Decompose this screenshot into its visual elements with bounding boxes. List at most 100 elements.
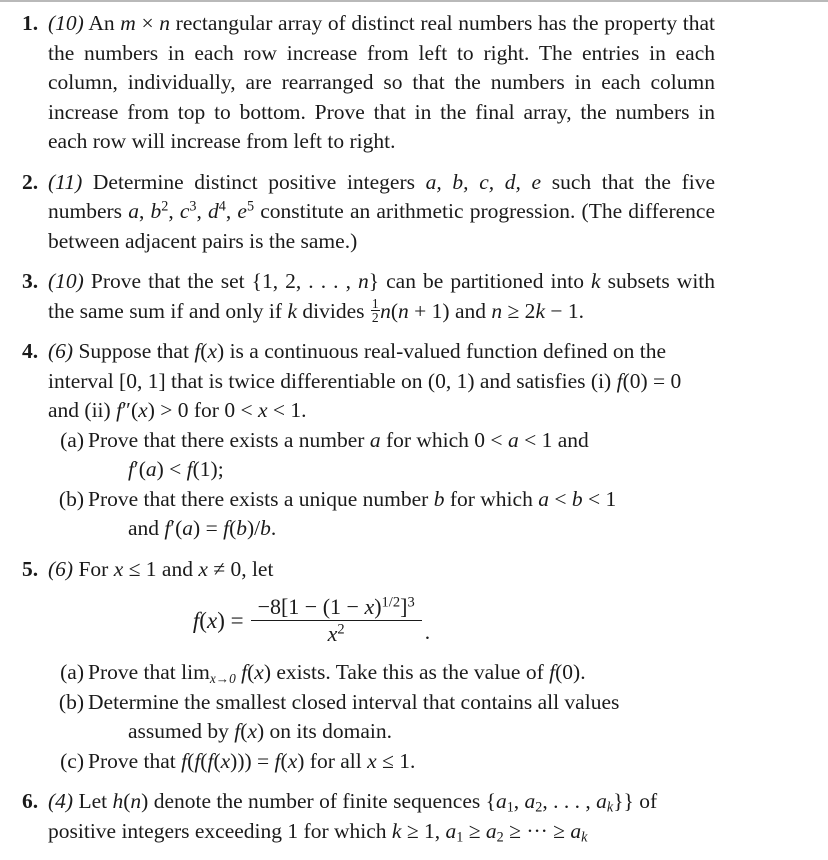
text-run: ≤ 1 and xyxy=(123,556,199,581)
problem-4-points: (6) xyxy=(48,339,74,363)
problem-4-subparts: (a) Prove that there exists a number a f… xyxy=(48,426,715,544)
text-run: ≠ 0, let xyxy=(207,556,274,581)
problem-3-body: (10) Prove that the set {1, 2, . . . , n… xyxy=(48,269,716,326)
problem-4-subpart-a: (a) Prove that there exists a number a f… xyxy=(48,426,715,485)
text-run: < xyxy=(548,486,572,511)
math-expr-half-n-n-plus-1: 1 2 n(n + 1) and xyxy=(370,295,492,326)
equation-lhs: f(x) = xyxy=(192,608,244,633)
math-var-h: h xyxy=(112,789,124,813)
problem-4-body: (6) Suppose that f(x) is a continuous re… xyxy=(48,339,682,422)
text-run: (1); xyxy=(192,457,224,481)
math-var-k: k xyxy=(591,269,601,293)
text-run: ″( xyxy=(122,398,139,422)
problem-5-points: (6) xyxy=(48,556,74,581)
problem-4: 4. (6) Suppose that f(x) is a continuous… xyxy=(0,337,828,544)
problem-6: 6. (4) Let h(n) denote the number of fin… xyxy=(0,787,828,846)
problem-4-number: 4. xyxy=(22,339,39,363)
text-run: assumed by xyxy=(128,719,235,743)
fraction-one-half: 12 xyxy=(370,296,380,326)
text-run: For xyxy=(78,556,114,581)
problem-3-points: (10) xyxy=(48,269,84,293)
problem-5-subpart-b: (b) Determine the smallest closed interv… xyxy=(48,688,715,747)
text-run: ( xyxy=(390,298,399,323)
text-run: ) denote the number of finite sequences … xyxy=(141,789,496,813)
text-run: for which 0 < xyxy=(380,427,508,452)
text-run: < 1. xyxy=(267,398,307,422)
problem-6-points: (4) xyxy=(48,789,74,813)
equation-denominator: x2 xyxy=(327,621,345,646)
limit-subscript: x→0 xyxy=(209,670,236,686)
subpart-a-text: Prove that there exists a number a for w… xyxy=(88,427,589,452)
text-run: ) > 0 for 0 < xyxy=(147,398,258,422)
text-run: (0). xyxy=(555,660,586,684)
problem-5: 5. (6) For x ≤ 1 and x ≠ 0, let f(x) = −… xyxy=(0,555,828,777)
problem-6-body: (4) Let h(n) denote the number of finite… xyxy=(48,787,715,846)
text-run: ≥ 2 xyxy=(502,298,536,323)
text-run: < 1 xyxy=(582,486,617,511)
math-sequence-powers: a, b2, c3, d4, e5 xyxy=(128,198,255,223)
equation-row: f(x) = −8[1 − (1 − x)1/2]3 x2 . xyxy=(192,595,431,646)
text-run: exists. Take this as the value of xyxy=(271,660,550,684)
subpart-label-b: (b) xyxy=(58,486,84,511)
text-run: + 1) and xyxy=(408,298,492,323)
subpart-b-continuation: assumed by f(x) on its domain. xyxy=(128,719,392,743)
text-run: Prove that there exists a unique number xyxy=(88,486,434,511)
problem-5-body: (6) For x ≤ 1 and x ≠ 0, let xyxy=(48,556,274,581)
text-run: ≥ 1, xyxy=(401,818,446,843)
text-run: Prove that lim xyxy=(88,660,210,684)
text-run: Prove that there exists a number xyxy=(88,427,370,452)
problem-3: 3. (10) Prove that the set {1, 2, . . . … xyxy=(0,267,828,326)
text-run: Prove that the set {1, 2, . . . , xyxy=(90,269,358,293)
text-run: Determine distinct positive integers xyxy=(92,169,426,194)
text-run: divides xyxy=(297,298,370,323)
text-run: − 1. xyxy=(544,298,584,323)
problem-2: 2. (11) Determine distinct positive inte… xyxy=(0,168,828,257)
math-var-n: n xyxy=(358,269,369,293)
problem-5-displayed-equation: f(x) = −8[1 − (1 − x)1/2]3 x2 . xyxy=(48,595,715,646)
problem-1: 1. (10) An m × n rectangular array of di… xyxy=(0,9,828,157)
problem-2-body: (11) Determine distinct positive integer… xyxy=(48,168,715,257)
problem-2-number: 2. xyxy=(22,169,39,194)
problem-5-number: 5. xyxy=(22,556,39,581)
subpart-label-a: (a) xyxy=(60,660,84,684)
text-run: An xyxy=(88,11,121,35)
subpart-b-text: Prove that there exists a unique number … xyxy=(88,486,617,511)
text-run: ′( xyxy=(133,457,146,481)
problem-5-subparts: (a) Prove that limx→0 f(x) exists. Take … xyxy=(48,658,715,776)
subpart-a-continuation: f′(a) < f(1); xyxy=(128,457,224,481)
math-var-m: m xyxy=(120,11,136,35)
math-vars-abcde: a, b, c, d, e xyxy=(425,169,542,194)
subpart-label-b: (b) xyxy=(58,689,84,714)
text-run: ≤ 1. xyxy=(376,748,416,773)
equation-numerator: −8[1 − (1 − x)1/2]3 xyxy=(250,595,422,621)
math-var-n: n xyxy=(159,11,171,35)
math-var-k: k xyxy=(287,298,297,323)
problem-6-number: 6. xyxy=(22,789,39,813)
math-fprime-a-equals-fb-over-b: f′(a) = f(b)/b. xyxy=(164,516,277,540)
text-run: } can be partitioned into xyxy=(368,269,592,293)
subpart-b-text: Determine the smallest closed interval t… xyxy=(88,689,620,714)
text-run: for which xyxy=(444,486,539,511)
problem-list: 1. (10) An m × n rectangular array of di… xyxy=(0,9,828,846)
text-run: ) < xyxy=(156,457,187,481)
math-var-n: n xyxy=(130,789,142,813)
problem-1-number: 1. xyxy=(22,11,39,35)
equation-trailing-period: . xyxy=(424,619,431,644)
problem-3-number: 3. xyxy=(22,269,39,293)
problem-1-body: (10) An m × n rectangular array of disti… xyxy=(48,9,715,157)
document-page: 1. (10) An m × n rectangular array of di… xyxy=(0,0,828,860)
text-run: Let xyxy=(78,789,113,813)
times-symbol: × xyxy=(135,11,160,35)
math-f-of-x: f(x) xyxy=(194,339,225,363)
problem-1-points: (10) xyxy=(48,11,84,35)
math-sequence-a-set: a1, a2, . . . , ak} xyxy=(495,789,624,816)
text-run: < 1 and xyxy=(518,427,589,452)
subpart-c-text: Prove that f(f(f(x))) = f(x) for all x ≤… xyxy=(88,748,416,773)
text-run: Prove that xyxy=(88,748,182,773)
fraction-denominator: 2 xyxy=(371,310,379,326)
problem-4-subpart-b: (b) Prove that there exists a unique num… xyxy=(48,485,715,544)
problem-2-points: (11) xyxy=(48,169,83,194)
text-run: for all xyxy=(304,748,368,773)
text-run: and xyxy=(128,516,165,540)
text-run: on its domain. xyxy=(264,719,392,743)
